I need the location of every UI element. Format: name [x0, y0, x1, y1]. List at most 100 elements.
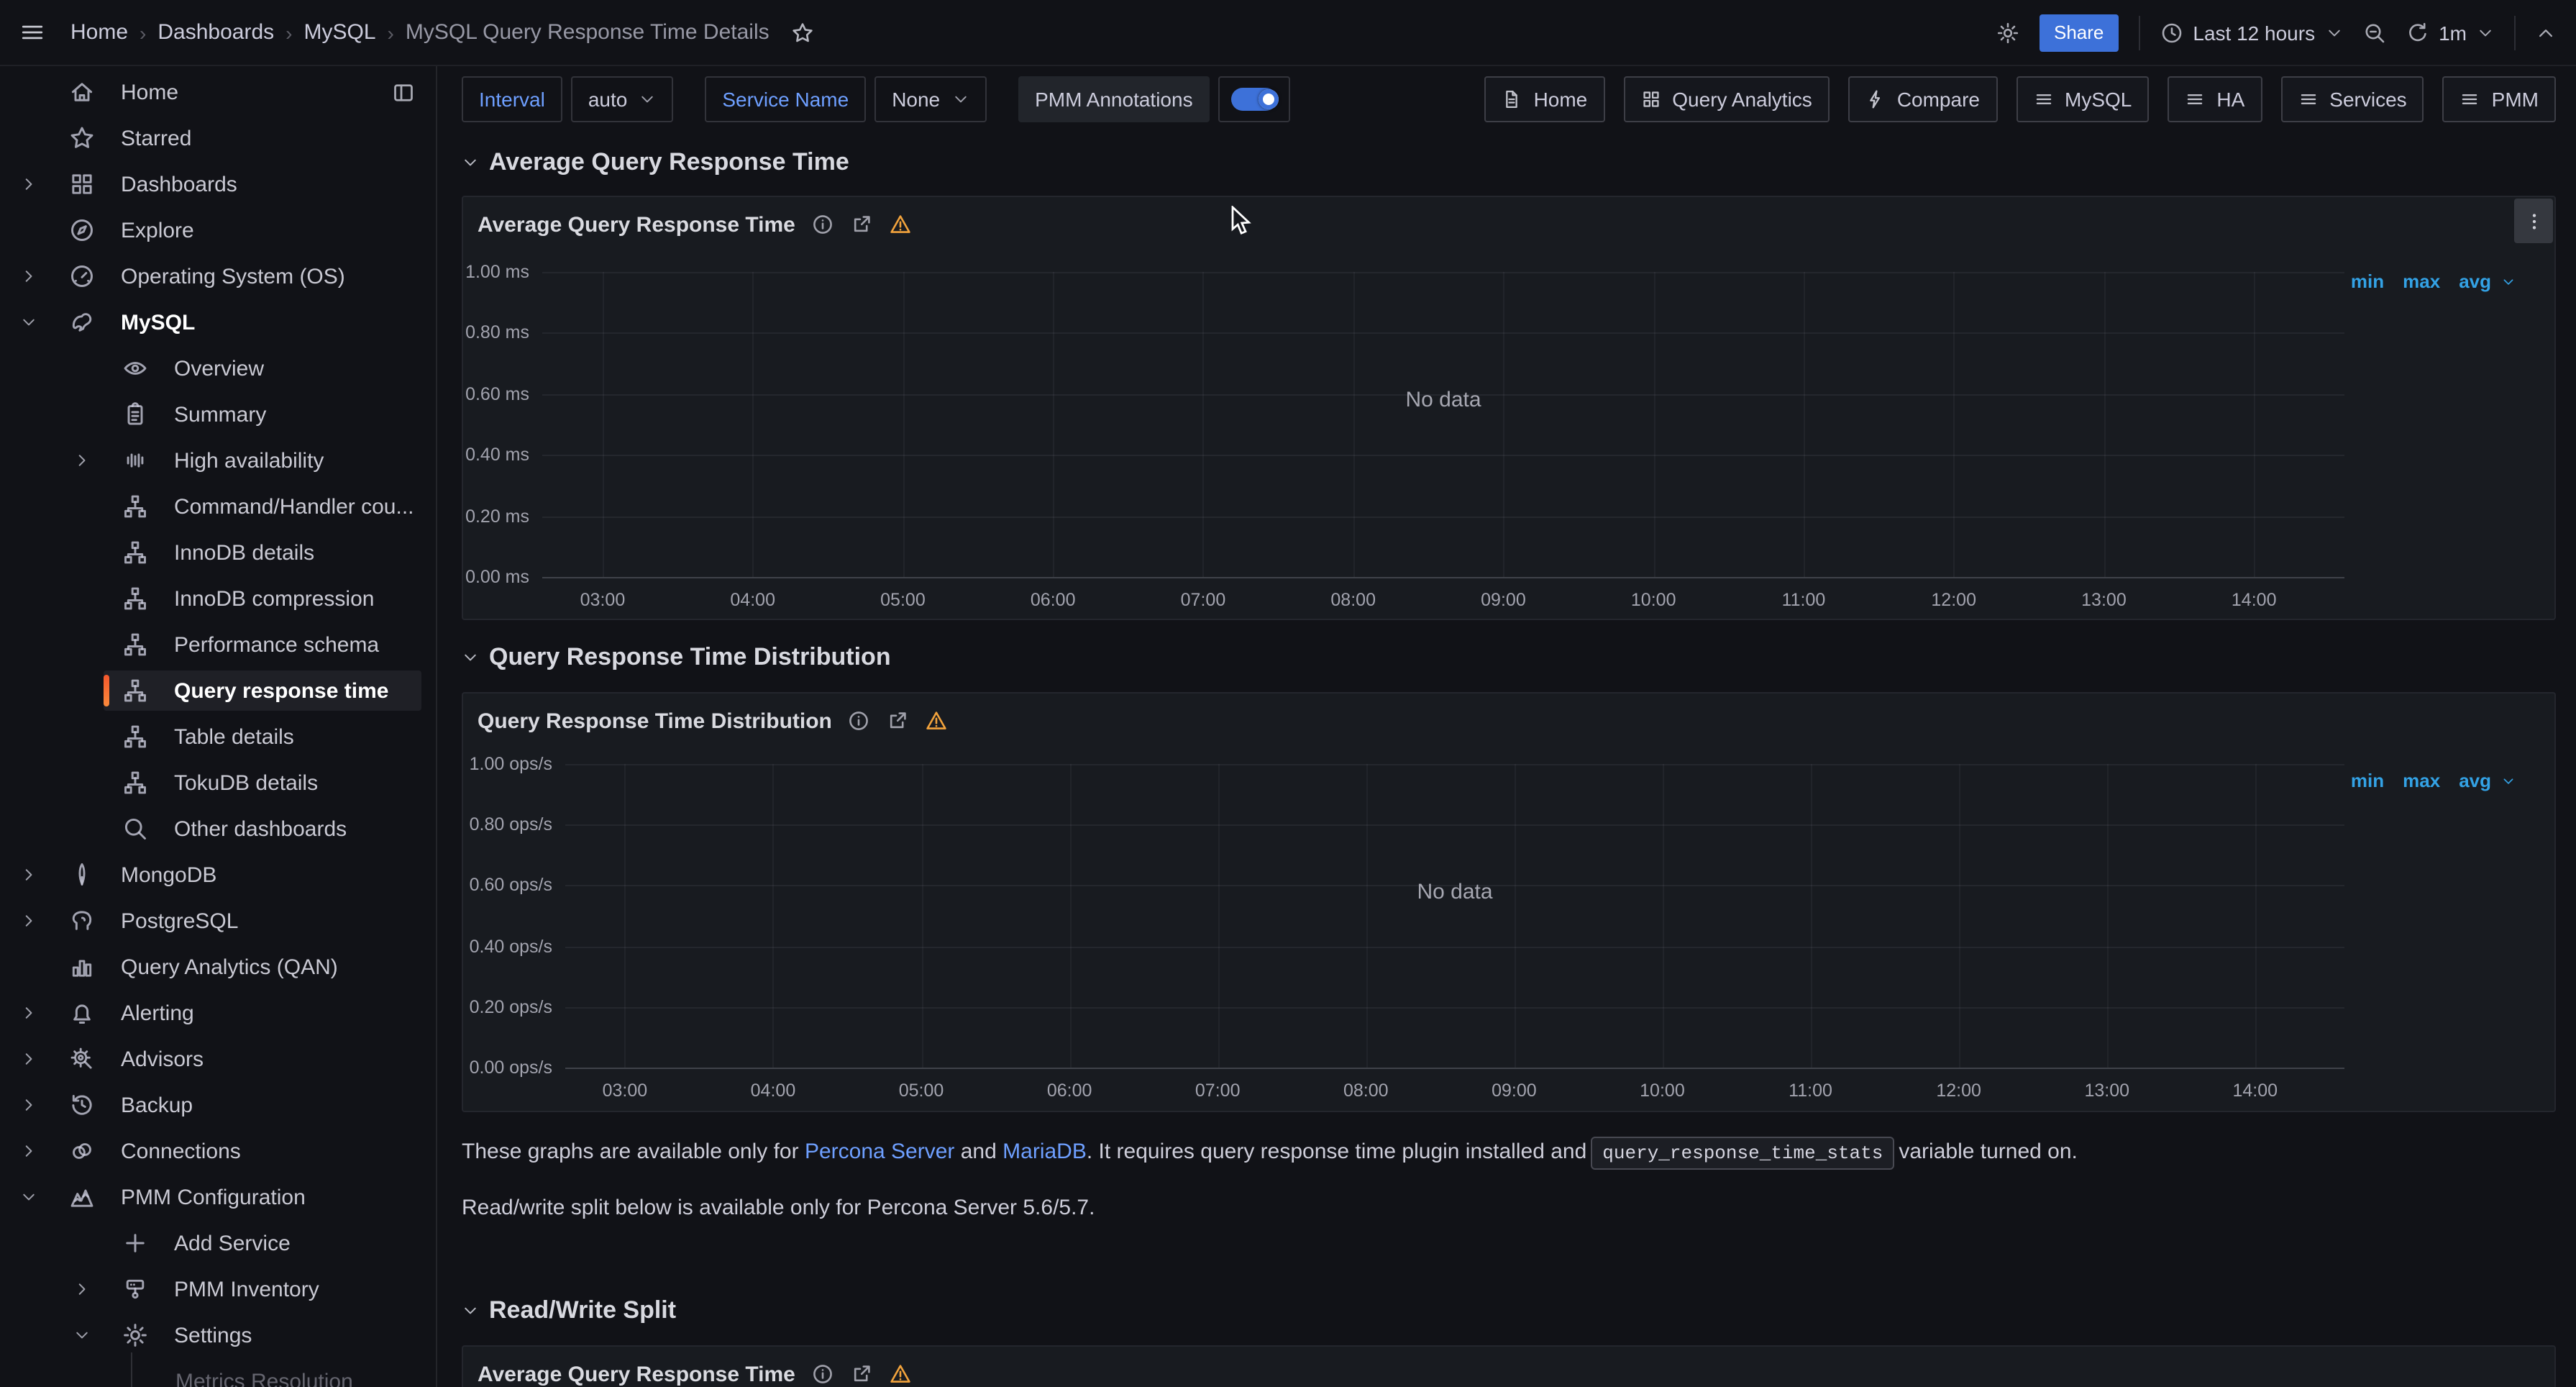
chevron-right-icon[interactable] [20, 176, 37, 193]
percona-server-link[interactable]: Percona Server [805, 1140, 954, 1164]
favorite-star-icon[interactable] [791, 21, 814, 44]
link-button-pmm[interactable]: PMM [2443, 76, 2556, 122]
section-title: Read/Write Split [489, 1296, 676, 1325]
legend-sort-min[interactable]: min [2351, 270, 2384, 292]
dashboard-settings-icon[interactable] [1996, 21, 2019, 44]
breadcrumb-item[interactable]: MySQL [304, 20, 376, 45]
legend-sort-min[interactable]: min [2351, 770, 2384, 791]
link-button-query-analytics[interactable]: Query Analytics [1623, 76, 1830, 122]
panel-header[interactable]: Query Response Time Distribution [463, 694, 2554, 748]
sidebar-item-connections[interactable]: Connections [0, 1128, 436, 1174]
sidebar-item-home[interactable]: Home [0, 69, 436, 115]
collapse-topbar-icon[interactable] [2536, 22, 2556, 42]
chevron-right-icon[interactable] [20, 866, 37, 883]
sidebar-item-explore[interactable]: Explore [0, 207, 436, 253]
sidebar-item-mysql-performance-schema[interactable]: Performance schema [0, 622, 436, 668]
sidebar-item-mysql[interactable]: MySQL [0, 299, 436, 345]
gridline-vertical [1514, 764, 1515, 1068]
section-header-average-query-response-time[interactable]: Average Query Response Time [462, 148, 2556, 177]
server-icon [122, 1276, 148, 1302]
panel-header[interactable]: Average Query Response Time [463, 197, 2554, 252]
link-button-ha[interactable]: HA [2168, 76, 2262, 122]
chevron-down-icon[interactable] [73, 1327, 91, 1344]
mariadb-link[interactable]: MariaDB [1002, 1140, 1087, 1164]
breadcrumb-item[interactable]: Dashboards [157, 20, 274, 45]
service-name-variable-select[interactable]: None [874, 76, 986, 122]
sidebar-item-mysql-summary[interactable]: Summary [0, 391, 436, 437]
sidebar-item-label: Settings [174, 1323, 436, 1347]
sidebar-item-postgresql[interactable]: PostgreSQL [0, 898, 436, 944]
refresh-icon[interactable] [2406, 21, 2429, 44]
sidebar-item-label: InnoDB compression [174, 586, 436, 611]
external-link-icon[interactable] [850, 1363, 873, 1386]
sidebar-item-mysql-overview[interactable]: Overview [0, 345, 436, 391]
sidebar-item-advisors[interactable]: Advisors [0, 1036, 436, 1082]
breadcrumb-item: MySQL Query Response Time Details [406, 20, 769, 45]
info-icon[interactable] [811, 213, 834, 236]
chevron-right-icon[interactable] [20, 1096, 37, 1114]
external-link-icon[interactable] [887, 709, 910, 732]
legend-sort-avg[interactable]: avg [2459, 270, 2491, 292]
sidebar-item-pmm-inventory[interactable]: PMM Inventory [0, 1266, 436, 1312]
info-icon[interactable] [848, 709, 871, 732]
warning-icon[interactable] [889, 213, 912, 236]
panel-menu-button[interactable] [2514, 199, 2553, 243]
chevron-right-icon[interactable] [20, 268, 37, 285]
link-button-services[interactable]: Services [2280, 76, 2424, 122]
link-button-compare[interactable]: Compare [1848, 76, 1997, 122]
chart-average-query-response-time[interactable]: 1.00 ms0.80 ms0.60 ms0.40 ms0.20 ms0.00 … [542, 272, 2344, 577]
sidebar-item-mysql-query-response-time[interactable]: Query response time [0, 668, 436, 714]
chart-query-response-time-distribution[interactable]: 1.00 ops/s0.80 ops/s0.60 ops/s0.40 ops/s… [565, 764, 2344, 1068]
sidebar-item-alerting[interactable]: Alerting [0, 990, 436, 1036]
chevron-down-icon[interactable] [20, 314, 37, 331]
info-icon[interactable] [811, 1363, 834, 1386]
menu-icon[interactable] [20, 20, 45, 45]
external-link-icon[interactable] [850, 213, 873, 236]
sidebar-item-dashboards[interactable]: Dashboards [0, 161, 436, 207]
sidebar-item-mysql-tokudb-details[interactable]: TokuDB details [0, 760, 436, 806]
sidebar-item-mysql-command-handler[interactable]: Command/Handler cou... [0, 483, 436, 529]
sidebar-item-operating-system[interactable]: Operating System (OS) [0, 253, 436, 299]
sidebar-item-backup[interactable]: Backup [0, 1082, 436, 1128]
sidebar-item-mysql-high-availability[interactable]: High availability [0, 437, 436, 483]
zoom-out-icon[interactable] [2362, 21, 2385, 44]
pmm-annotations-toggle[interactable] [1232, 88, 1278, 111]
chevron-right-icon[interactable] [73, 452, 91, 469]
breadcrumb-item[interactable]: Home [70, 20, 128, 45]
sidebar-item-metrics-resolution[interactable]: Metrics Resolution [0, 1358, 436, 1387]
chevron-down-icon[interactable] [2501, 274, 2516, 288]
warning-icon[interactable] [926, 709, 949, 732]
grid4-icon [69, 171, 95, 197]
link-button-mysql[interactable]: MySQL [2016, 76, 2149, 122]
chevron-down-icon[interactable] [20, 1188, 37, 1206]
sidebar-item-mysql-innodb-compression[interactable]: InnoDB compression [0, 576, 436, 622]
warning-icon[interactable] [889, 1363, 912, 1386]
refresh-picker[interactable]: 1m [2406, 21, 2494, 44]
chevron-right-icon[interactable] [73, 1281, 91, 1298]
sidebar-item-mysql-innodb-details[interactable]: InnoDB details [0, 529, 436, 576]
sidebar-item-pmm-configuration[interactable]: PMM Configuration [0, 1174, 436, 1220]
legend-sort-avg[interactable]: avg [2459, 770, 2491, 791]
legend-sort-max[interactable]: max [2403, 770, 2440, 791]
sidebar-item-mysql-other-dashboards[interactable]: Other dashboards [0, 806, 436, 852]
sidebar-item-starred[interactable]: Starred [0, 115, 436, 161]
time-range-picker[interactable]: Last 12 hours [2160, 21, 2342, 44]
chevron-down-icon[interactable] [2501, 773, 2516, 788]
chevron-right-icon[interactable] [20, 1004, 37, 1022]
interval-variable-select[interactable]: auto [571, 76, 674, 122]
sidebar-item-mysql-table-details[interactable]: Table details [0, 714, 436, 760]
legend-sort-max[interactable]: max [2403, 270, 2440, 292]
clock-icon [2160, 21, 2183, 44]
share-button[interactable]: Share [2040, 14, 2118, 51]
section-header-read-write-split[interactable]: Read/Write Split [462, 1296, 2556, 1325]
sidebar-item-settings[interactable]: Settings [0, 1312, 436, 1358]
link-button-home[interactable]: Home [1485, 76, 1605, 122]
chevron-right-icon[interactable] [20, 1050, 37, 1068]
sidebar-item-mongodb[interactable]: MongoDB [0, 852, 436, 898]
sidebar-item-query-analytics-qan[interactable]: Query Analytics (QAN) [0, 944, 436, 990]
sidebar-item-add-service[interactable]: Add Service [0, 1220, 436, 1266]
chevron-right-icon[interactable] [20, 912, 37, 929]
panel-header[interactable]: Average Query Response Time [463, 1347, 2554, 1387]
section-header-query-response-time-distribution[interactable]: Query Response Time Distribution [462, 643, 2556, 672]
chevron-right-icon[interactable] [20, 1142, 37, 1160]
